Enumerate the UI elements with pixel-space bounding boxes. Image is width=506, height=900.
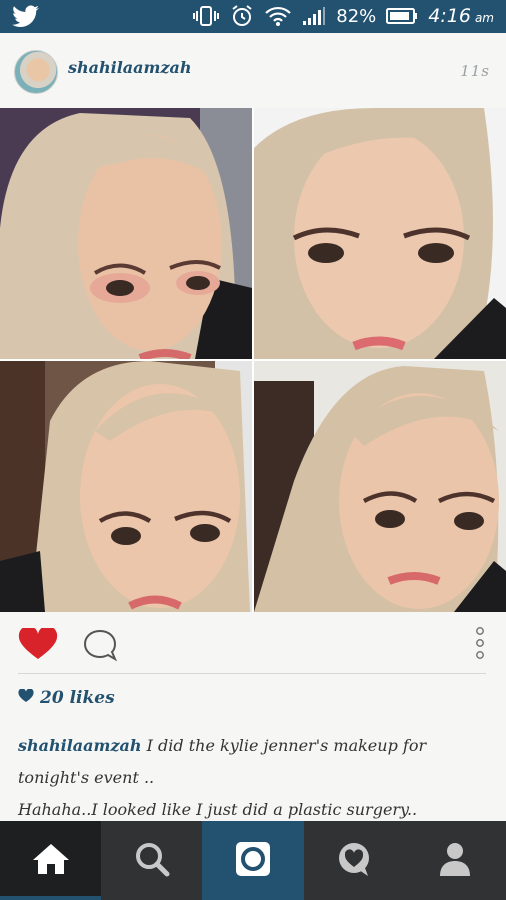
twitter-icon bbox=[12, 5, 40, 28]
nav-activity[interactable] bbox=[304, 821, 405, 900]
caption-username[interactable]: shahilaamzah bbox=[18, 736, 142, 755]
vibrate-icon bbox=[192, 5, 220, 27]
avatar[interactable] bbox=[14, 50, 58, 94]
post-timestamp: 11s bbox=[460, 62, 490, 80]
battery-icon bbox=[386, 7, 418, 25]
photo-tile bbox=[0, 108, 252, 359]
nav-profile[interactable] bbox=[405, 821, 506, 900]
bottom-nav bbox=[0, 821, 506, 900]
divider bbox=[18, 673, 486, 674]
more-vertical-icon[interactable] bbox=[472, 626, 488, 662]
likes-count[interactable]: 20 likes bbox=[18, 688, 115, 708]
post-header: shahilaamzah 11s bbox=[0, 34, 506, 108]
post-caption: shahilaamzah I did the kylie jenner's ma… bbox=[18, 730, 488, 826]
caption-text-line2: Hahaha..I looked like I just did a plast… bbox=[18, 800, 418, 819]
nav-search[interactable] bbox=[101, 821, 202, 900]
nav-home[interactable] bbox=[0, 821, 102, 900]
wifi-icon bbox=[264, 5, 292, 27]
post-username[interactable]: shahilaamzah bbox=[68, 58, 192, 77]
search-icon bbox=[134, 841, 170, 881]
nav-camera[interactable] bbox=[202, 821, 304, 900]
post-actions bbox=[0, 612, 506, 674]
activity-icon bbox=[335, 840, 373, 882]
battery-percent: 82% bbox=[336, 5, 377, 27]
signal-icon bbox=[302, 6, 326, 26]
clock: 4:16 bbox=[428, 5, 471, 27]
alarm-icon bbox=[230, 4, 254, 28]
small-heart-icon bbox=[18, 688, 34, 708]
photo-tile bbox=[254, 108, 506, 359]
profile-icon bbox=[438, 841, 472, 881]
heart-icon[interactable] bbox=[18, 625, 58, 660]
photo-tile bbox=[254, 361, 506, 612]
clock-ampm: am bbox=[474, 11, 494, 25]
status-bar: 82% 4:16 am bbox=[0, 0, 506, 33]
photo-tile bbox=[0, 361, 252, 612]
post-photo[interactable] bbox=[0, 108, 506, 612]
home-icon bbox=[31, 842, 71, 880]
camera-icon bbox=[233, 839, 273, 883]
comment-icon[interactable] bbox=[82, 628, 118, 662]
likes-label: 20 likes bbox=[40, 688, 115, 708]
